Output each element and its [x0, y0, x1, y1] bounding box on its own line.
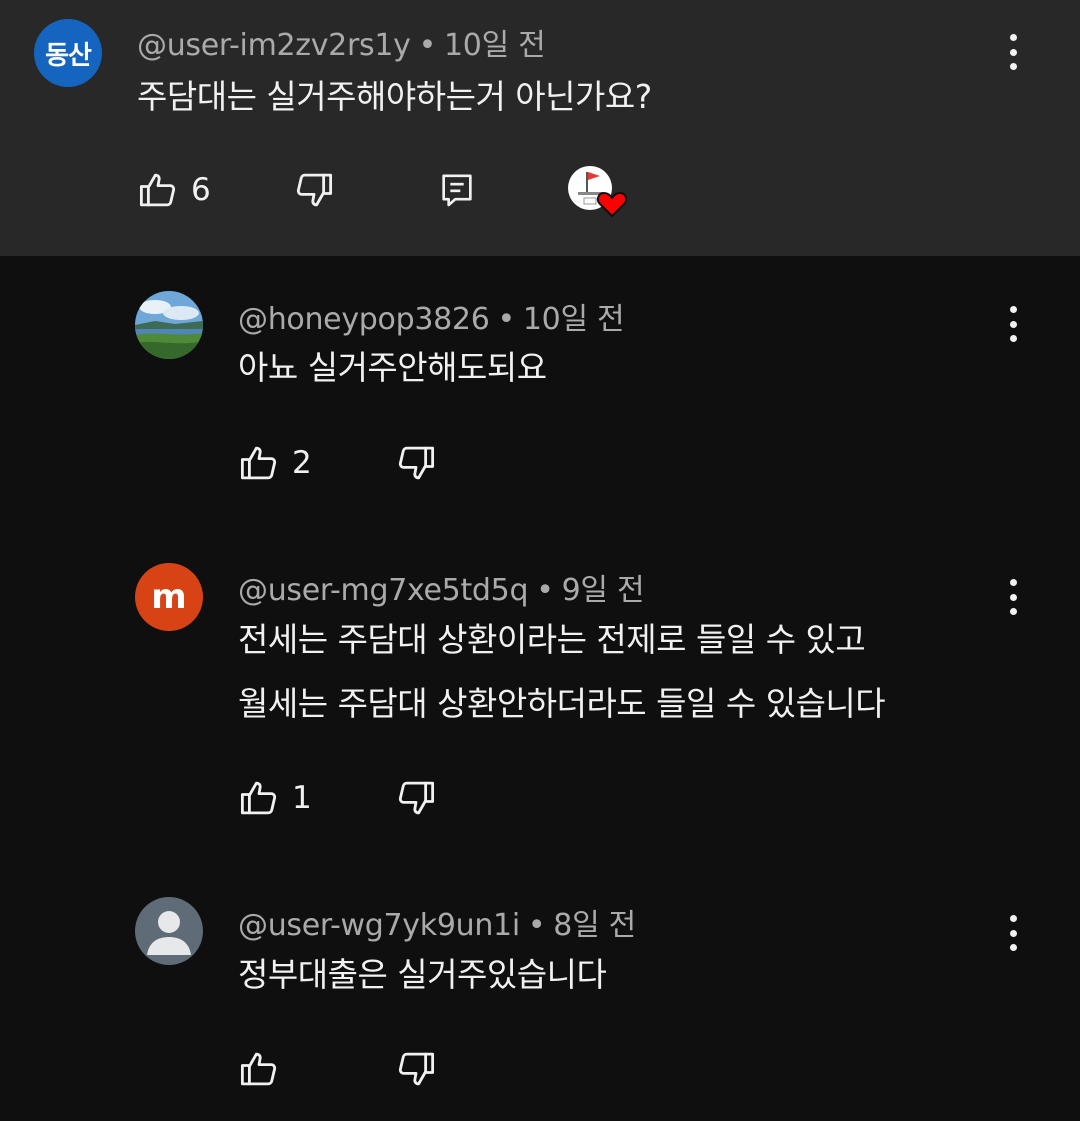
thumbs-up-icon [240, 446, 277, 480]
creator-heart-icon [566, 164, 636, 220]
comment-text-line: 전세는 주담대 상환이라는 전제로 들일 수 있고 [238, 620, 866, 659]
avatar[interactable] [135, 897, 203, 965]
avatar-initials: m [151, 577, 187, 617]
avatar[interactable]: m [135, 563, 203, 631]
like-count: 6 [191, 172, 211, 208]
like-button[interactable]: 1 [238, 772, 312, 824]
reply-button[interactable] [437, 164, 477, 216]
avatar[interactable] [135, 291, 203, 359]
reply-comment: @user-wg7yk9un1i • 8일 전 정부대출은 실거주있습니다 [0, 860, 1080, 1121]
thumbs-up-icon [139, 173, 176, 207]
dislike-button[interactable] [395, 1043, 437, 1095]
avatar[interactable]: 동산 [34, 19, 102, 87]
like-count: 2 [292, 445, 312, 481]
main-comment: 동산 @user-im2zv2rs1y • 10일 전 주담대는 실거주해야하는거 … [0, 0, 1080, 256]
thumbs-up-icon [240, 1052, 277, 1086]
timestamp: 10일 전 [522, 302, 625, 337]
comment-meta: @honeypop3826 • 10일 전 [238, 294, 625, 338]
like-button[interactable]: 6 [137, 164, 211, 216]
thumbs-down-icon [398, 1052, 435, 1086]
username[interactable]: @user-im2zv2rs1y [137, 28, 411, 63]
dislike-button[interactable] [395, 772, 437, 824]
meta-separator: • [536, 573, 554, 608]
meta-separator: • [497, 302, 515, 337]
more-vert-icon[interactable] [993, 30, 1033, 74]
dislike-button[interactable] [395, 437, 437, 489]
thumbs-down-icon [296, 173, 333, 207]
comment-text-line: 월세는 주담대 상환안하더라도 들일 수 있습니다 [238, 684, 886, 723]
more-vert-icon[interactable] [993, 575, 1033, 619]
username[interactable]: @user-mg7xe5td5q [238, 573, 529, 608]
username[interactable]: @honeypop3826 [238, 302, 490, 337]
timestamp: 9일 전 [561, 573, 645, 608]
comment-meta: @user-mg7xe5td5q • 9일 전 [238, 565, 645, 609]
comment-thread: 동산 @user-im2zv2rs1y • 10일 전 주담대는 실거주해야하는거 … [0, 0, 1080, 1121]
more-vert-icon[interactable] [993, 911, 1033, 955]
avatar-initials: 동산 [45, 40, 92, 71]
landscape-avatar-image [135, 291, 203, 359]
thumbs-down-icon [398, 781, 435, 815]
thumbs-up-icon [240, 781, 277, 815]
reply-icon [442, 174, 472, 207]
dislike-button[interactable] [293, 164, 335, 216]
reply-comment: @honeypop3826 • 10일 전 아뇨 실거주안해도되요 2 [0, 256, 1080, 510]
comment-meta: @user-wg7yk9un1i • 8일 전 [238, 900, 636, 944]
meta-separator: • [527, 908, 546, 943]
meta-separator: • [418, 28, 437, 63]
like-button[interactable] [238, 1043, 292, 1095]
username[interactable]: @user-wg7yk9un1i [238, 908, 520, 943]
thumbs-down-icon [398, 446, 435, 480]
timestamp: 10일 전 [444, 28, 546, 63]
more-vert-icon[interactable] [993, 302, 1033, 346]
timestamp: 8일 전 [553, 908, 636, 943]
comment-text: 아뇨 실거주안해도되요 [238, 348, 547, 387]
like-button[interactable]: 2 [238, 437, 312, 489]
default-user-icon [147, 911, 191, 955]
like-count: 1 [292, 780, 312, 816]
comment-meta: @user-im2zv2rs1y • 10일 전 [137, 20, 546, 64]
comment-text: 주담대는 실거주해야하는거 아닌가요? [137, 77, 652, 116]
comment-text: 정부대출은 실거주있습니다 [238, 955, 607, 994]
reply-comment: m @user-mg7xe5td5q • 9일 전 전세는 주담대 상환이라는 전제… [0, 510, 1080, 860]
